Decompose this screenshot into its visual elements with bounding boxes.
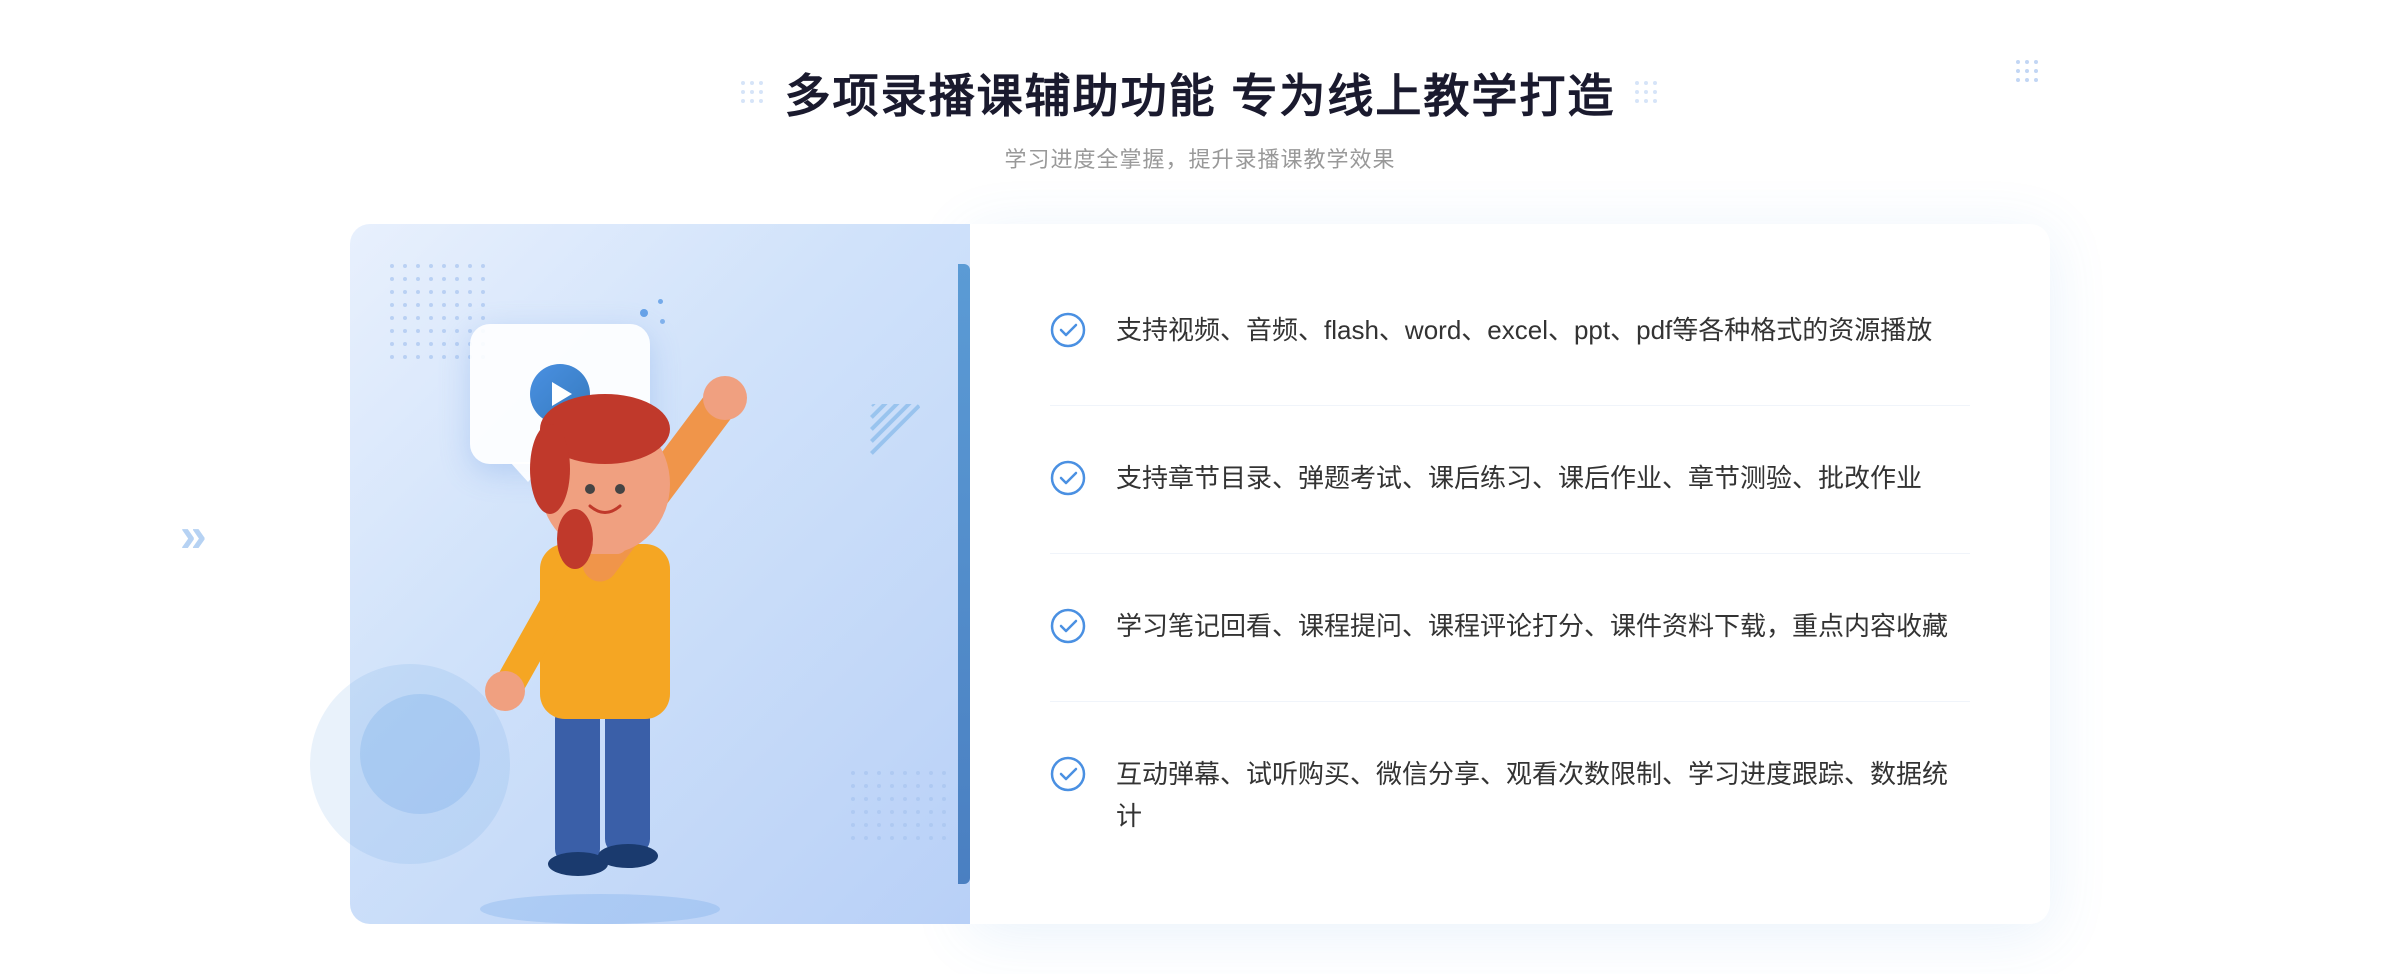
check-icon-4 — [1050, 756, 1086, 792]
figure-illustration — [400, 324, 800, 924]
check-icon-2 — [1050, 460, 1086, 496]
feature-divider-3 — [1050, 701, 1970, 702]
subtitle: 学习进度全掌握，提升录播课教学效果 — [1004, 142, 1395, 174]
header-dots-left — [741, 81, 765, 105]
header-title-row: 多项录播课辅助功能 专为线上教学打造 — [741, 60, 1660, 126]
page-wrapper: 多项录播课辅助功能 专为线上教学打造 学习进度全掌握，提升录播课教学效果 — [0, 0, 2400, 974]
blue-vertical-bar — [958, 264, 970, 884]
header-dots-right — [1635, 81, 1659, 105]
features-panel: 支持视频、音频、flash、word、excel、ppt、pdf等各种格式的资源… — [970, 224, 2050, 924]
striped-rect — [870, 404, 920, 524]
feature-text-3: 学习笔记回看、课程提问、课程评论打分、课件资料下载，重点内容收藏 — [1116, 606, 1948, 648]
illus-dot-grid-br — [851, 771, 950, 844]
feature-item-2: 支持章节目录、弹题考试、课后练习、课后作业、章节测验、批改作业 — [1050, 438, 1970, 520]
feature-divider-2 — [1050, 553, 1970, 554]
check-icon-3 — [1050, 608, 1086, 644]
sparkle-dot-3 — [658, 299, 663, 304]
main-title: 多项录播课辅助功能 专为线上教学打造 — [785, 60, 1616, 126]
feature-item-3: 学习笔记回看、课程提问、课程评论打分、课件资料下载，重点内容收藏 — [1050, 586, 1970, 668]
feature-divider-1 — [1050, 405, 1970, 406]
feature-text-4: 互动弹幕、试听购买、微信分享、观看次数限制、学习进度跟踪、数据统计 — [1116, 754, 1970, 837]
feature-item-1: 支持视频、音频、flash、word、excel、ppt、pdf等各种格式的资源… — [1050, 290, 1970, 372]
feature-text-2: 支持章节目录、弹题考试、课后练习、课后作业、章节测验、批改作业 — [1116, 458, 1922, 500]
feature-item-4: 互动弹幕、试听购买、微信分享、观看次数限制、学习进度跟踪、数据统计 — [1050, 734, 1970, 857]
check-icon-1 — [1050, 312, 1086, 348]
sparkle-dot-1 — [640, 309, 648, 317]
illustration-area — [350, 224, 970, 924]
left-chevron-deco: » — [180, 508, 207, 563]
content-area: 支持视频、音频、flash、word、excel、ppt、pdf等各种格式的资源… — [350, 224, 2050, 924]
feature-text-1: 支持视频、音频、flash、word、excel、ppt、pdf等各种格式的资源… — [1116, 310, 1932, 352]
header-section: 多项录播课辅助功能 专为线上教学打造 学习进度全掌握，提升录播课教学效果 — [0, 60, 2400, 174]
